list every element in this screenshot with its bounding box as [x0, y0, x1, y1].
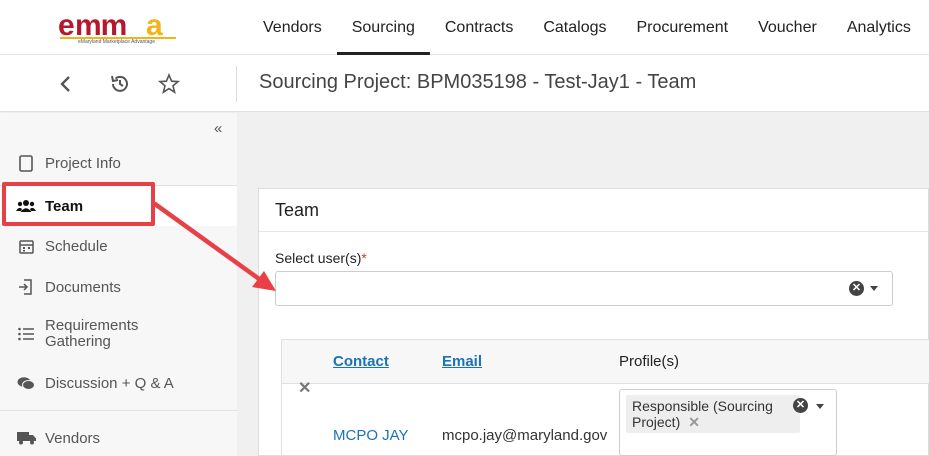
caret-down-icon[interactable]: [870, 286, 878, 291]
main-nav: Vendors Sourcing Contracts Catalogs Proc…: [248, 0, 926, 55]
users-icon: [16, 199, 36, 213]
sidebar-item-schedule[interactable]: Schedule: [0, 234, 237, 258]
sidebar-item-label: Vendors: [45, 429, 101, 447]
clear-icon[interactable]: ✕: [849, 281, 864, 296]
truck-icon: [16, 431, 36, 445]
sidebar-item-label: Requirements Gathering: [45, 317, 139, 350]
star-icon[interactable]: [157, 72, 181, 96]
profiles-column-header: Profile(s): [619, 353, 680, 370]
nav-sourcing[interactable]: Sourcing: [336, 0, 431, 55]
history-icon[interactable]: [108, 72, 132, 96]
contact-column-header[interactable]: Contact: [333, 353, 389, 370]
sidebar-item-discussion[interactable]: Discussion + Q & A: [0, 371, 237, 395]
emma-logo[interactable]: e mm a eMaryland Marketplace Advantage: [58, 9, 180, 45]
nav-vendors[interactable]: Vendors: [248, 0, 337, 55]
nav-contracts[interactable]: Contracts: [430, 0, 528, 55]
sidebar-item-label: Project Info: [45, 154, 121, 172]
clear-icon[interactable]: ✕: [793, 398, 808, 413]
calendar-icon: [16, 239, 36, 254]
file-import-icon: [16, 279, 36, 295]
remove-tag-icon[interactable]: ✕: [688, 414, 700, 430]
nav-catalogs[interactable]: Catalogs: [528, 0, 621, 55]
remove-row-icon[interactable]: ✕: [298, 378, 311, 398]
page-title: Sourcing Project: BPM035198 - Test-Jay1 …: [259, 71, 697, 93]
sidebar-item-label: Schedule: [45, 237, 108, 255]
sidebar-item-project-info[interactable]: Project Info: [0, 151, 237, 175]
sidebar-item-team[interactable]: Team: [0, 186, 237, 226]
card-header: Team: [259, 189, 929, 232]
back-icon[interactable]: [54, 72, 78, 96]
sidebar-item-vendors[interactable]: Vendors: [0, 426, 237, 450]
required-mark: *: [361, 250, 367, 266]
comments-icon: [16, 376, 36, 391]
select-users-input[interactable]: ✕: [275, 271, 893, 306]
sidebar-item-documents[interactable]: Documents: [0, 275, 237, 299]
email-column-header[interactable]: Email: [442, 353, 482, 370]
email-cell: mcpo.jay@maryland.gov: [442, 427, 608, 444]
nav-analytics[interactable]: Analytics: [832, 0, 926, 55]
sidebar-item-label: Team: [45, 197, 84, 215]
profile-tag-label: Responsible (Sourcing Project): [632, 398, 773, 430]
profile-tag: Responsible (Sourcing Project) ✕: [626, 395, 800, 433]
select-users-label: Select user(s)*: [275, 250, 367, 266]
title-separator: [236, 66, 237, 102]
caret-down-icon[interactable]: [816, 404, 824, 409]
sidebar: « Project Info Team Schedule Documents R…: [0, 113, 237, 456]
nav-voucher[interactable]: Voucher: [743, 0, 832, 55]
profiles-select[interactable]: Responsible (Sourcing Project) ✕ ✕: [619, 389, 837, 456]
double-chevron-left-icon[interactable]: «: [214, 120, 222, 137]
svg-text:eMaryland Marketplace Advantag: eMaryland Marketplace Advantage: [78, 39, 155, 44]
document-icon: [16, 154, 36, 172]
sidebar-divider: [0, 410, 237, 411]
nav-procurement[interactable]: Procurement: [622, 0, 744, 55]
sidebar-item-label: Discussion + Q & A: [45, 374, 174, 392]
list-icon: [16, 327, 36, 341]
contact-link[interactable]: MCPO JAY: [333, 427, 409, 444]
sidebar-item-label: Documents: [45, 278, 121, 296]
top-nav: e mm a eMaryland Marketplace Advantage V…: [0, 0, 929, 55]
table-header: Contact Email Profile(s): [282, 340, 929, 384]
sidebar-item-requirements[interactable]: Requirements Gathering: [0, 317, 237, 351]
card-title: Team: [275, 200, 320, 220]
title-bar: Sourcing Project: BPM035198 - Test-Jay1 …: [0, 56, 929, 112]
